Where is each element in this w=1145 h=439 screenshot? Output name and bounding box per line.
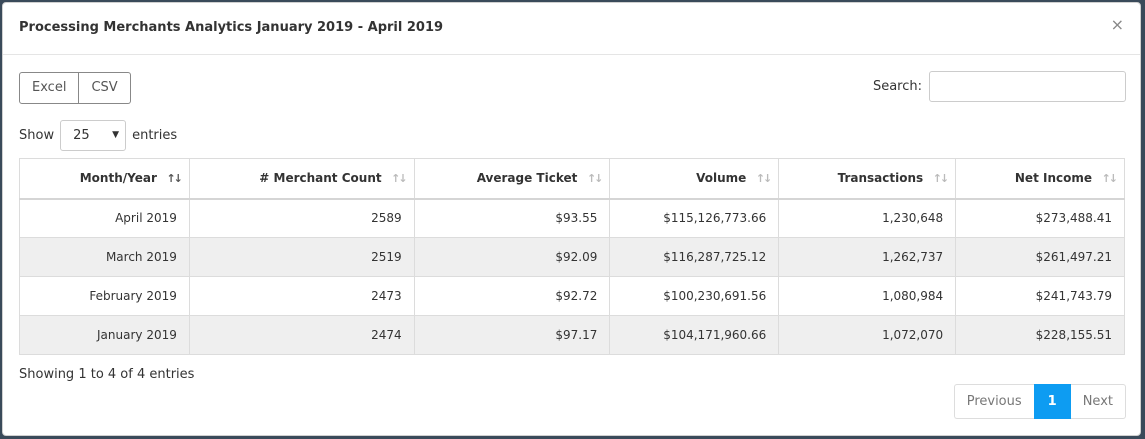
- column-header-average-ticket[interactable]: Average Ticket ↑↓: [413, 158, 611, 200]
- export-buttons: Excel CSV: [19, 72, 131, 104]
- column-header-volume[interactable]: Volume ↑↓: [609, 158, 780, 200]
- cell-volume: $104,171,960.66: [609, 315, 780, 355]
- column-header-transactions[interactable]: Transactions ↑↓: [778, 158, 957, 200]
- sort-icon: ↑↓: [1101, 172, 1119, 185]
- table-row: January 2019 2474 $97.17 $104,171,960.66…: [19, 315, 1125, 355]
- page-1-button[interactable]: 1: [1033, 384, 1071, 419]
- previous-page-button[interactable]: Previous: [953, 384, 1034, 419]
- cell-net-income: $241,743.79: [955, 276, 1125, 316]
- header-label: Average Ticket: [476, 171, 578, 186]
- sort-desc-icon: ↑↓: [166, 172, 183, 185]
- cell-month-year: March 2019: [19, 237, 190, 277]
- cell-transactions: 1,072,070: [778, 315, 957, 355]
- cell-average-ticket: $93.55: [413, 198, 611, 238]
- header-label: Transactions: [837, 171, 924, 186]
- search-area: Search:: [873, 71, 1126, 102]
- cell-merchant-count: 2473: [188, 276, 415, 316]
- table-header-row: Month/Year ↑↓ # Merchant Count ↑↓ Average …: [19, 158, 1125, 200]
- cell-month-year: February 2019: [19, 276, 190, 316]
- cell-net-income: $228,155.51: [955, 315, 1125, 355]
- cell-transactions: 1,230,648: [778, 198, 957, 238]
- modal-title: Processing Merchants Analytics January 2…: [19, 20, 444, 35]
- column-header-merchant-count[interactable]: # Merchant Count ↑↓: [188, 158, 415, 200]
- cell-month-year: January 2019: [19, 315, 190, 355]
- entries-select-value: 25: [73, 128, 90, 143]
- caret-down-icon: ▼: [112, 130, 120, 140]
- table-row: April 2019 2589 $93.55 $115,126,773.66 1…: [19, 198, 1125, 238]
- table-row: February 2019 2473 $92.72 $100,230,691.5…: [19, 276, 1125, 316]
- search-input[interactable]: [929, 71, 1126, 102]
- cell-merchant-count: 2474: [188, 315, 415, 355]
- cell-volume: $100,230,691.56: [609, 276, 780, 316]
- sort-icon: ↑↓: [391, 172, 408, 185]
- cell-net-income: $273,488.41: [955, 198, 1125, 238]
- next-page-button[interactable]: Next: [1070, 384, 1126, 419]
- cell-average-ticket: $92.72: [413, 276, 611, 316]
- sort-icon: ↑↓: [755, 172, 773, 185]
- search-label: Search:: [872, 79, 922, 94]
- cell-volume: $116,287,725.12: [609, 237, 780, 277]
- cell-merchant-count: 2589: [188, 198, 415, 238]
- column-header-net-income[interactable]: Net Income ↑↓: [955, 158, 1125, 200]
- header-label: Net Income: [1014, 171, 1092, 186]
- cell-month-year: April 2019: [19, 198, 190, 238]
- csv-button[interactable]: CSV: [79, 72, 131, 104]
- table-info: Showing 1 to 4 of 4 entries: [19, 367, 195, 382]
- analytics-modal: Processing Merchants Analytics January 2…: [2, 2, 1141, 436]
- cell-transactions: 1,080,984: [778, 276, 957, 316]
- pagination: Previous 1 Next: [953, 384, 1126, 419]
- header-label: Month/Year: [79, 171, 157, 186]
- column-header-month-year[interactable]: Month/Year ↑↓: [19, 158, 190, 200]
- modal-header: Processing Merchants Analytics January 2…: [3, 3, 1140, 55]
- show-label: Show: [19, 128, 55, 143]
- cell-average-ticket: $97.17: [413, 315, 611, 355]
- sort-icon: ↑↓: [932, 172, 950, 185]
- cell-net-income: $261,497.21: [955, 237, 1125, 277]
- excel-button[interactable]: Excel: [19, 72, 80, 104]
- cell-average-ticket: $92.09: [413, 237, 611, 277]
- table-row: March 2019 2519 $92.09 $116,287,725.12 1…: [19, 237, 1125, 277]
- cell-volume: $115,126,773.66: [609, 198, 780, 238]
- entries-label: entries: [132, 128, 178, 143]
- analytics-table: Month/Year ↑↓ # Merchant Count ↑↓ Average …: [19, 158, 1125, 355]
- entries-select[interactable]: 25 ▼: [60, 120, 127, 151]
- cell-merchant-count: 2519: [188, 237, 415, 277]
- entries-length: Show 25 ▼ entries: [19, 120, 177, 151]
- sort-icon: ↑↓: [586, 172, 604, 185]
- cell-transactions: 1,262,737: [778, 237, 957, 277]
- close-icon[interactable]: ×: [1111, 17, 1124, 33]
- header-label: # Merchant Count: [259, 171, 382, 186]
- header-label: Volume: [696, 171, 747, 186]
